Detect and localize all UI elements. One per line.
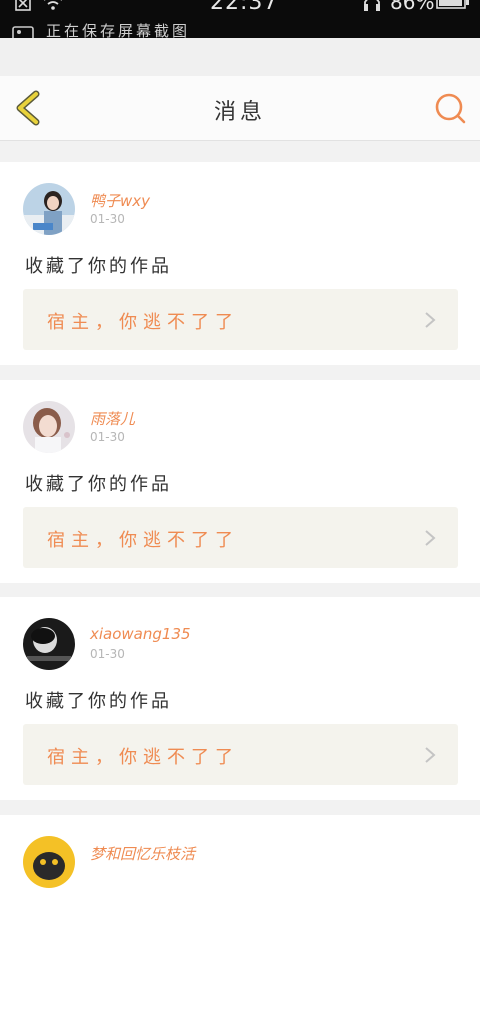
message-date: 01-30 bbox=[90, 647, 125, 661]
header-bar: 消息 bbox=[0, 76, 480, 141]
work-title: 宿主，你逃不了了 bbox=[47, 312, 239, 333]
message-date: 01-30 bbox=[90, 212, 125, 226]
battery-icon bbox=[436, 0, 469, 9]
status-notification: 正在保存屏幕截图 bbox=[46, 22, 191, 38]
status-bar: 22:37 86% 正在保存屏幕截图 bbox=[0, 0, 480, 38]
battery-percent: 86% bbox=[390, 0, 435, 14]
wifi-icon bbox=[44, 0, 62, 10]
message-card[interactable]: 梦和回忆乐枝活 bbox=[0, 815, 480, 1018]
chevron-right-icon bbox=[425, 530, 436, 546]
avatar[interactable] bbox=[23, 401, 75, 453]
work-link[interactable]: 宿主，你逃不了了 bbox=[23, 289, 458, 350]
chevron-right-icon bbox=[425, 747, 436, 763]
message-action: 收藏了你的作品 bbox=[25, 474, 172, 495]
work-title: 宿主，你逃不了了 bbox=[47, 747, 239, 768]
message-action: 收藏了你的作品 bbox=[25, 691, 172, 712]
message-card[interactable]: 鸭子wxy 01-30 收藏了你的作品 宿主，你逃不了了 bbox=[0, 162, 480, 365]
user-name[interactable]: 雨落儿 bbox=[90, 408, 135, 429]
avatar[interactable] bbox=[23, 836, 75, 888]
page-title: 消息 bbox=[213, 100, 266, 125]
message-card[interactable]: 雨落儿 01-30 收藏了你的作品 宿主，你逃不了了 bbox=[0, 380, 480, 583]
user-name[interactable]: 鸭子wxy bbox=[90, 190, 150, 211]
work-title: 宿主，你逃不了了 bbox=[47, 530, 239, 551]
screenshot-icon bbox=[12, 26, 34, 38]
status-time: 22:37 bbox=[210, 0, 279, 15]
work-link[interactable]: 宿主，你逃不了了 bbox=[23, 724, 458, 785]
message-card[interactable]: xiaowang135 01-30 收藏了你的作品 宿主，你逃不了了 bbox=[0, 597, 480, 800]
avatar[interactable] bbox=[23, 618, 75, 670]
chevron-right-icon bbox=[425, 312, 436, 328]
work-link[interactable]: 宿主，你逃不了了 bbox=[23, 507, 458, 568]
user-name[interactable]: xiaowang135 bbox=[90, 625, 191, 643]
message-action: 收藏了你的作品 bbox=[25, 256, 172, 277]
top-spacer bbox=[0, 38, 480, 76]
close-box-icon bbox=[15, 0, 31, 11]
search-icon[interactable] bbox=[432, 90, 468, 126]
message-date: 01-30 bbox=[90, 430, 125, 444]
headphone-icon bbox=[364, 0, 380, 11]
avatar[interactable] bbox=[23, 183, 75, 235]
